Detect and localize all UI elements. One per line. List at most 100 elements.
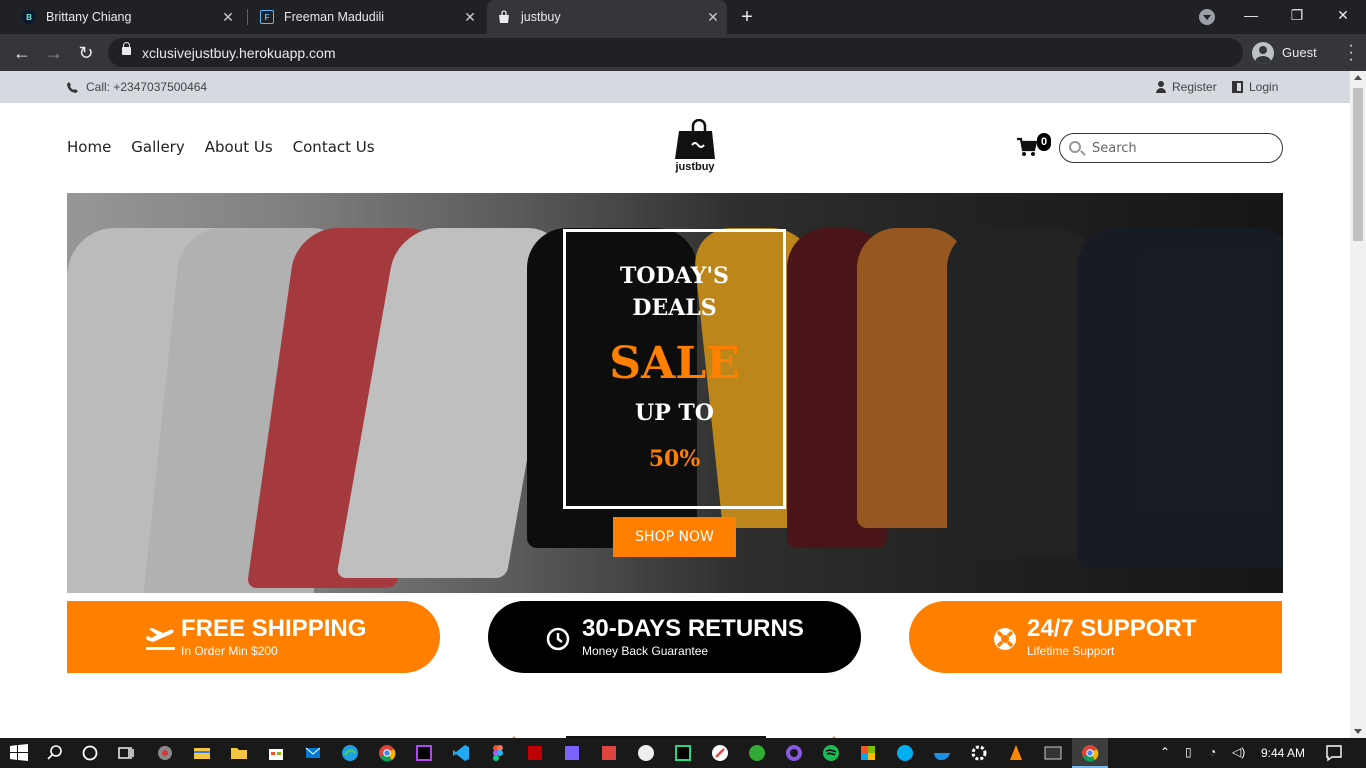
windows-start-icon[interactable] [9, 743, 29, 763]
docker-icon[interactable] [932, 743, 952, 763]
app-icon[interactable] [562, 743, 582, 763]
file-explorer-icon[interactable] [192, 743, 212, 763]
feature-free-shipping: FREE SHIPPING In Order Min $200 [67, 601, 440, 673]
forward-icon[interactable]: → [42, 41, 66, 65]
cart-count-badge: 0 [1037, 133, 1051, 151]
tab-brittany-chiang[interactable]: B Brittany Chiang ✕ [16, 0, 248, 34]
terminal-icon[interactable] [1043, 743, 1063, 763]
notifications-icon[interactable] [1324, 743, 1344, 763]
taskbar-clock[interactable]: 9:44 AM [1261, 746, 1305, 760]
feature-support: 24/7 SUPPORT Lifetime Support [909, 601, 1282, 673]
new-tab-plus-icon[interactable]: + [737, 7, 757, 27]
tab-close-icon[interactable]: ✕ [220, 9, 236, 25]
address-bar[interactable]: xclusivejustbuy.herokuapp.com [108, 38, 1243, 67]
user-icon [1156, 81, 1166, 93]
tab-title: Brittany Chiang [46, 10, 132, 24]
call-info: Call: +2347037500464 [67, 80, 207, 94]
search-icon[interactable] [45, 743, 65, 763]
browser-toolbar: ← → ↻ xclusivejustbuy.herokuapp.com Gues… [0, 34, 1366, 71]
page-scrollbar[interactable] [1350, 71, 1366, 738]
tab-favicon-f: F [260, 10, 274, 24]
phpstorm-icon[interactable] [414, 743, 434, 763]
app-icon[interactable] [747, 743, 767, 763]
tab-close-icon[interactable]: ✕ [705, 9, 721, 25]
plane-icon [143, 620, 177, 654]
nav-home[interactable]: Home [67, 138, 111, 156]
tab-freeman-madudili[interactable]: F Freeman Madudili ✕ [254, 0, 484, 34]
scroll-up-arrow-icon[interactable] [1354, 75, 1362, 80]
pycharm-icon[interactable] [673, 743, 693, 763]
figma-icon[interactable] [488, 743, 508, 763]
phone-icon [67, 81, 78, 93]
filezilla-icon[interactable] [525, 743, 545, 763]
volume-icon[interactable]: ◁) [1232, 745, 1245, 759]
browser-menu-icon[interactable]: · · · [1346, 38, 1356, 68]
skype-icon[interactable] [895, 743, 915, 763]
page-viewport: Call: +2347037500464 Register Login Home… [0, 71, 1350, 738]
app-icon[interactable] [599, 743, 619, 763]
search-box [1059, 133, 1283, 163]
discount-percent: 50% [648, 446, 701, 472]
feature-title: 24/7 SUPPORT [1027, 615, 1197, 642]
vlc-icon[interactable] [1006, 743, 1026, 763]
sale-text: SALE [609, 338, 740, 389]
tab-search-icon[interactable] [1199, 9, 1215, 25]
site-logo[interactable]: justbuy [672, 118, 718, 173]
tray-device-icon[interactable]: ▯ [1185, 745, 1192, 759]
folder-icon[interactable] [229, 743, 249, 763]
settings-gear-icon[interactable] [969, 743, 989, 763]
shop-now-button[interactable]: SHOP NOW [613, 517, 736, 557]
feature-title: 30-DAYS RETURNS [582, 615, 804, 642]
shopping-bag-icon [674, 118, 716, 159]
chrome-icon[interactable] [377, 743, 397, 763]
call-text: Call: +2347037500464 [86, 80, 208, 94]
spotify-icon[interactable] [821, 743, 841, 763]
upto-text: UP TO [635, 400, 714, 426]
app-icon[interactable] [858, 743, 878, 763]
feature-subtitle: Money Back Guarantee [582, 644, 709, 658]
tab-favicon-b: B [22, 10, 36, 24]
contact-topbar: Call: +2347037500464 Register Login [0, 71, 1350, 103]
cortana-icon[interactable] [80, 743, 100, 763]
tab-title: justbuy [521, 10, 561, 24]
clock-icon [544, 620, 578, 654]
close-window-icon[interactable]: ✕ [1320, 0, 1366, 30]
reload-icon[interactable]: ↻ [74, 41, 98, 65]
app-icon[interactable] [636, 743, 656, 763]
profile-button[interactable]: Guest [1252, 38, 1317, 67]
cart-button[interactable]: 0 [1017, 133, 1053, 157]
lifebuoy-icon [989, 620, 1023, 654]
wifi-icon[interactable]: ◔ [1209, 745, 1216, 759]
chrome-icon[interactable] [1080, 743, 1100, 763]
nav-contact-us[interactable]: Contact Us [293, 138, 375, 156]
github-icon[interactable] [784, 743, 804, 763]
login-link[interactable]: Login [1232, 80, 1278, 94]
task-view-icon[interactable] [116, 743, 136, 763]
deal-line1: TODAY'S [620, 263, 729, 289]
tray-chevron-icon[interactable]: ⌃ [1160, 745, 1170, 759]
url-text: xclusivejustbuy.herokuapp.com [142, 45, 336, 61]
tab-favicon-bag-icon [497, 10, 511, 24]
scroll-down-arrow-icon[interactable] [1354, 729, 1362, 734]
mail-icon[interactable] [303, 743, 323, 763]
restore-icon[interactable]: ❐ [1274, 0, 1320, 30]
register-link[interactable]: Register [1156, 80, 1217, 94]
hero-banner: TODAY'S DEALS SALE UP TO 50% SHOP NOW [67, 193, 1283, 593]
cart-icon [1017, 137, 1037, 156]
minimize-icon[interactable]: — [1228, 0, 1274, 30]
vscode-icon[interactable] [451, 743, 471, 763]
app-icon[interactable] [155, 743, 175, 763]
back-icon[interactable]: ← [10, 41, 34, 65]
edge-icon[interactable] [340, 743, 360, 763]
nav-gallery[interactable]: Gallery [131, 138, 184, 156]
nav-about-us[interactable]: About Us [205, 138, 273, 156]
store-icon[interactable] [266, 743, 286, 763]
tab-justbuy[interactable]: justbuy ✕ [487, 0, 727, 34]
main-nav: Home Gallery About Us Contact Us [67, 138, 395, 156]
search-input[interactable] [1092, 139, 1272, 157]
app-icon[interactable] [710, 743, 730, 763]
windows-taskbar: ⌃ ▯ ◔ ◁) 9:44 AM [0, 738, 1366, 768]
scrollbar-thumb[interactable] [1353, 88, 1363, 241]
register-label: Register [1172, 80, 1217, 94]
tab-close-icon[interactable]: ✕ [462, 9, 478, 25]
